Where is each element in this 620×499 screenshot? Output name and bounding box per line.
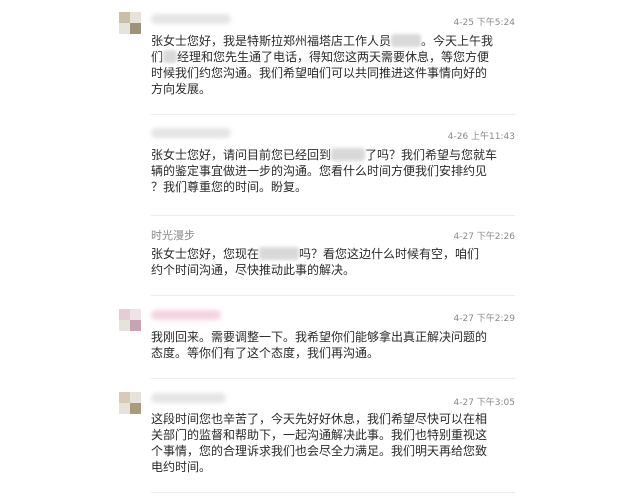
redaction-blur <box>331 148 366 161</box>
message-line: 张女士您好，您现在 吗？看您这边什么时候有空，咱们 <box>151 247 480 261</box>
redaction-blur <box>391 34 422 47</box>
redaction-blur <box>163 50 178 63</box>
message-line: 时候我们约您沟通。我们希望咱们可以共同推进这件事情向好的 <box>151 66 488 80</box>
divider <box>151 295 515 296</box>
username-redacted <box>151 128 231 138</box>
message-line: 我刚回来。需要调整一下。我希望你们能够拿出真正解决问题的 <box>151 330 488 344</box>
avatar[interactable] <box>119 12 141 34</box>
divider <box>151 215 515 216</box>
username[interactable]: 时光漫步 <box>151 227 195 243</box>
timestamp: 4-27 下午2:29 <box>453 314 516 324</box>
timestamp: 4-25 下午5:24 <box>453 18 516 28</box>
message-line: 关部门的监督和帮助下，一起沟通解决此事。我们也特别重视这 <box>151 428 488 442</box>
username-redacted <box>151 14 231 24</box>
username-redacted <box>151 310 221 320</box>
message-line: 方向发展。 <box>151 82 212 96</box>
message-line: 这段时间您也辛苦了，今天先好好休息，我们希望尽快可以在相 <box>151 412 488 426</box>
redaction-blur <box>259 247 300 260</box>
message-line: ？我们尊重您的时间。盼复。 <box>151 180 308 194</box>
divider <box>151 378 515 379</box>
comment-thread: 4-25 下午5:24 张女士您好，我是特斯拉郑州福塔店工作人员 。今天上午我 们… <box>101 0 531 499</box>
avatar[interactable] <box>119 392 141 414</box>
message-line: 个事情，您的合理诉求我们也会尽全力满足。我们明天再给您致 <box>151 444 488 458</box>
message-line: 约个时间沟通，尽快推动此事的解决。 <box>151 263 356 277</box>
timestamp: 4-27 下午2:26 <box>453 232 516 242</box>
avatar[interactable] <box>119 309 141 331</box>
message-line: 辆的鉴定事宜做进一步的沟通。您看什么时间方便我们安排约见 <box>151 164 488 178</box>
message-line: 们经理和您先生通了电话，得知您这两天需要休息，等您方便 <box>151 50 490 64</box>
timestamp: 4-27 下午3:05 <box>453 398 516 408</box>
username-redacted <box>151 393 226 403</box>
message-line: 张女士您好，请问目前您已经回到 了吗？我们希望与您就车 <box>151 148 498 162</box>
message-line: 态度。等你们有了这个态度，我们再沟通。 <box>151 346 380 360</box>
divider <box>151 492 515 493</box>
message-line: 张女士您好，我是特斯拉郑州福塔店工作人员 。今天上午我 <box>151 34 494 48</box>
divider <box>151 114 515 115</box>
message-line: 电约时间。 <box>151 460 212 474</box>
timestamp: 4-26 上午11:43 <box>447 132 515 142</box>
